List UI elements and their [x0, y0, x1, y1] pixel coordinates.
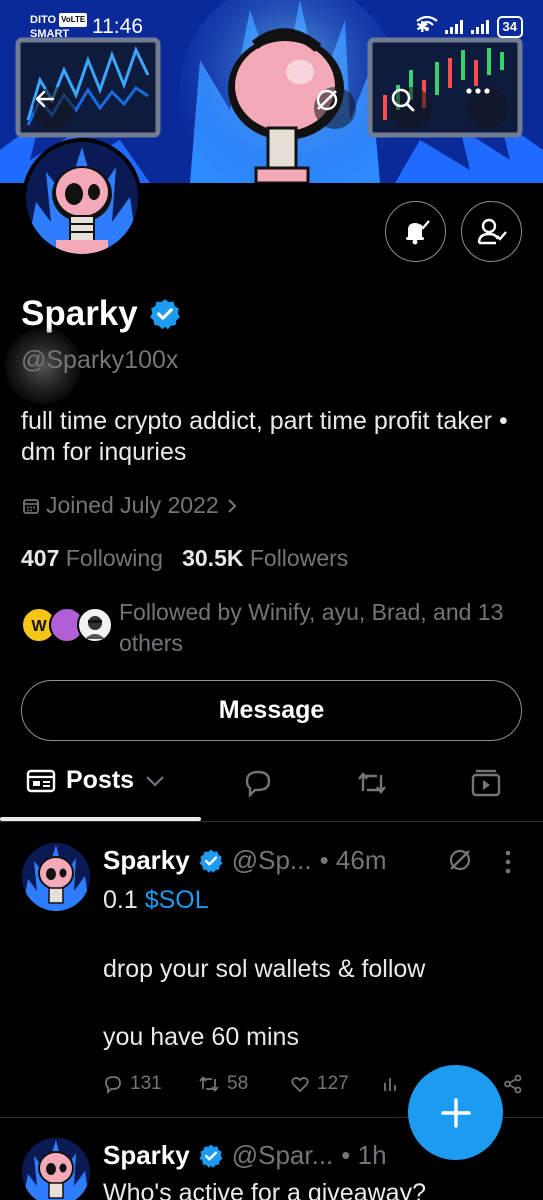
- cashtag-link[interactable]: $SOL: [145, 886, 209, 914]
- search-icon: [391, 88, 415, 112]
- more-icon: [466, 88, 490, 94]
- arrow-left-icon: [35, 90, 55, 108]
- followers-link[interactable]: 30.5K Followers: [182, 545, 348, 571]
- post-avatar[interactable]: [22, 843, 90, 911]
- like-action[interactable]: 127: [290, 1073, 382, 1095]
- verified-badge-icon: [149, 299, 180, 330]
- status-bar: DITO VoLTE SMART 11:46 ✱ 34: [0, 0, 543, 50]
- post-timestamp: • 46m: [319, 845, 387, 875]
- post-text-prefix: 0.1: [103, 886, 145, 914]
- post-text-line3: you have 60 mins: [103, 1023, 299, 1051]
- heart-icon: [291, 1076, 309, 1093]
- verified-badge-icon: [199, 849, 223, 873]
- skull-avatar-small-art: [22, 843, 90, 911]
- calendar-icon: [23, 498, 39, 514]
- followed-by-row[interactable]: W Followed by Winify, ayu, Brad, and 13 …: [21, 597, 519, 659]
- signal-icon: [444, 20, 463, 34]
- tab-reposts[interactable]: [355, 767, 389, 804]
- profile-tabs: Posts: [0, 755, 543, 821]
- follower-avatar-brad: [77, 607, 113, 643]
- status-time: 11:46: [92, 15, 143, 38]
- followed-by-avatars: W: [21, 597, 119, 643]
- following-button[interactable]: [461, 201, 522, 262]
- post-author-handle: @Sp...: [231, 845, 312, 875]
- verified-badge-icon: [199, 1144, 223, 1168]
- profile-bio: full time crypto addict, part time profi…: [21, 407, 508, 466]
- bell-check-icon: [405, 219, 430, 244]
- share-action[interactable]: [503, 1074, 523, 1094]
- person-check-icon: [477, 218, 507, 244]
- svg-text:W: W: [31, 618, 47, 635]
- grok-button[interactable]: [314, 87, 356, 129]
- post-avatar[interactable]: [22, 1138, 90, 1200]
- carrier-name-2: SMART: [30, 28, 70, 40]
- volte-badge: VoLTE: [59, 13, 88, 27]
- followers-label: Followers: [249, 545, 349, 571]
- back-button[interactable]: [33, 87, 75, 129]
- video-media-icon: [471, 769, 501, 797]
- search-button[interactable]: [390, 87, 432, 129]
- chevron-right-icon: [227, 498, 237, 513]
- notifications-bell-button[interactable]: [385, 201, 446, 262]
- follow-stats: 407 Following 30.5K Followers: [21, 545, 348, 572]
- followers-count: 30.5K: [182, 545, 244, 571]
- message-button[interactable]: Message: [21, 680, 522, 741]
- tab-media[interactable]: [470, 767, 502, 804]
- skull-avatar-small-art: [22, 1138, 90, 1200]
- repost-icon: [358, 772, 386, 794]
- carrier-label: DITO VoLTE SMART: [30, 13, 88, 41]
- reply-bubble-icon: [245, 770, 271, 798]
- post-author-handle: @Spar...: [231, 1140, 334, 1170]
- following-link[interactable]: 407 Following: [21, 545, 163, 571]
- tab-posts[interactable]: Posts: [26, 766, 166, 795]
- repost-icon: [199, 1076, 219, 1092]
- posts-feed-icon: [26, 769, 56, 792]
- followed-by-text: Followed by Winify, ayu, Brad, and 13 ot…: [119, 599, 504, 656]
- carrier-name: DITO: [30, 14, 57, 26]
- post-author-name[interactable]: Sparky: [103, 845, 190, 876]
- post-text: 0.1 $SOL: [103, 883, 523, 917]
- post-timestamp: • 1h: [341, 1140, 387, 1170]
- signal-icon-2: [470, 20, 489, 34]
- post-header: Sparky @Sp... • 46m: [103, 845, 387, 876]
- repost-action[interactable]: 58: [198, 1073, 290, 1095]
- plus-icon: [440, 1097, 471, 1128]
- reply-action[interactable]: 131: [103, 1073, 198, 1095]
- chevron-down-icon: [146, 775, 164, 787]
- tab-posts-label: Posts: [66, 766, 135, 794]
- compose-post-button[interactable]: [408, 1065, 503, 1160]
- battery-indicator: 34: [496, 16, 523, 38]
- reply-icon: [105, 1076, 121, 1094]
- post-author-name[interactable]: Sparky: [103, 1140, 190, 1171]
- post-text: Who's active for a giveaway?: [103, 1179, 426, 1200]
- profile-avatar[interactable]: [22, 138, 142, 258]
- views-chart-icon: [384, 1078, 396, 1091]
- following-count: 407: [21, 545, 60, 571]
- more-options-button[interactable]: [466, 87, 508, 129]
- status-icons: ✱ 34: [416, 16, 523, 38]
- share-icon: [504, 1074, 522, 1094]
- grok-icon: [316, 89, 338, 111]
- grok-icon[interactable]: [447, 847, 473, 873]
- following-label: Following: [65, 545, 163, 571]
- tabs-divider: [0, 821, 543, 822]
- reply-count: 131: [130, 1073, 162, 1094]
- repost-count: 58: [227, 1073, 249, 1094]
- joined-date[interactable]: Joined July 2022: [22, 492, 239, 519]
- tab-replies[interactable]: [242, 767, 274, 804]
- post-header: Sparky @Spar... • 1h: [103, 1140, 387, 1171]
- joined-text: Joined July 2022: [46, 492, 219, 518]
- profile-handle: @Sparky100x: [21, 346, 179, 374]
- post-more-icon[interactable]: [504, 850, 512, 874]
- post-text-line2: drop your sol wallets & follow: [103, 955, 426, 983]
- skull-avatar-art: [26, 142, 138, 254]
- like-count: 127: [317, 1073, 349, 1094]
